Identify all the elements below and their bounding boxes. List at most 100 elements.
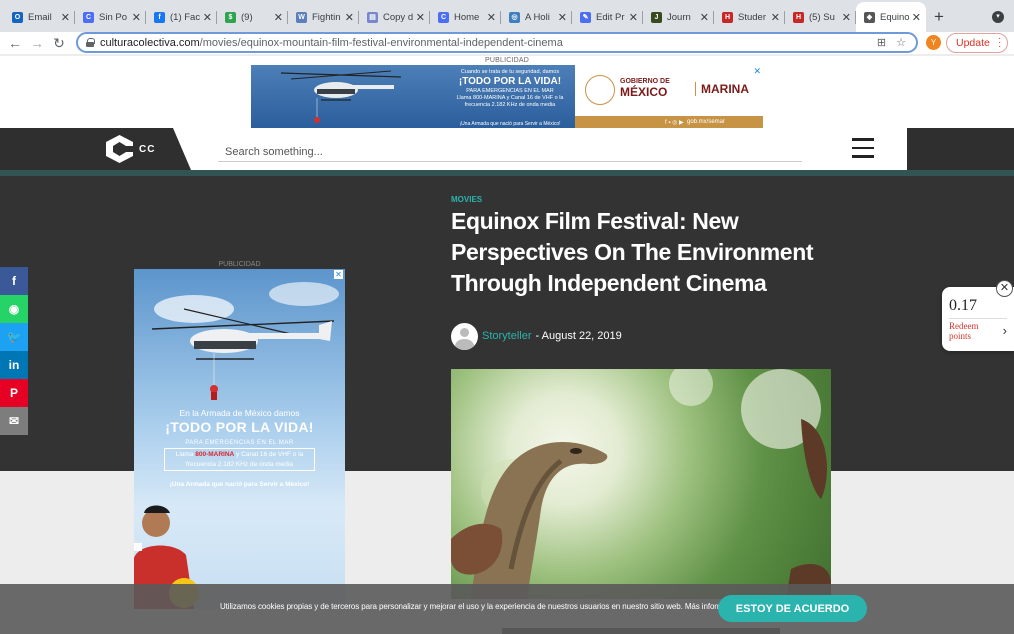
tab-favicon-icon: H [722, 11, 733, 23]
side-ad-close-icon[interactable]: ✕ [334, 270, 343, 279]
forward-icon[interactable]: → [26, 35, 48, 51]
share-email-icon[interactable]: ✉ [0, 407, 28, 435]
author-link[interactable]: Storyteller [482, 330, 532, 342]
points-value: 0.17 [949, 297, 977, 314]
accept-cookies-button[interactable]: ESTOY DE ACUERDO [718, 595, 867, 622]
side-ad-phone-box: Llama 800-MARINA y Canal 16 de VHF o la … [164, 448, 315, 471]
tab-favicon-icon: H [793, 11, 804, 23]
share-twitter-icon[interactable]: 🐦 [0, 323, 28, 351]
browser-tab[interactable]: ◆ Equino ✕ [856, 2, 926, 32]
qr-code-icon[interactable]: ⊞ [877, 36, 886, 49]
back-icon[interactable]: ← [4, 35, 26, 51]
tab-favicon-icon: ▤ [367, 11, 378, 23]
tab-close-icon[interactable]: ✕ [61, 11, 70, 24]
tab-close-icon[interactable]: ✕ [416, 11, 425, 24]
author-avatar[interactable] [451, 322, 478, 350]
browser-tab[interactable]: f (1) Fac ✕ [146, 2, 217, 32]
tab-search-icon[interactable]: ▾ [992, 11, 1004, 23]
share-facebook-icon[interactable]: f [0, 267, 28, 295]
ad-close-icon[interactable]: ✕ [753, 66, 761, 77]
tab-title: Copy d [383, 11, 413, 23]
search-input[interactable]: Search something... [218, 136, 802, 162]
cookie-banner: Utilizamos cookies propias y de terceros… [0, 584, 1014, 634]
browser-tab[interactable]: C Sin Po ✕ [75, 2, 146, 32]
article-category[interactable]: MOVIES [451, 195, 482, 204]
tab-favicon-icon: O [12, 11, 23, 23]
address-bar[interactable]: culturacolectiva.com/movies/equinox-moun… [76, 32, 918, 53]
top-ad-motto: ¡Una Armada que nació para Servir a Méxi… [459, 121, 561, 127]
tab-close-icon[interactable]: ✕ [274, 11, 283, 24]
tab-favicon-icon: ◆ [864, 11, 875, 23]
points-close-icon[interactable]: ✕ [996, 280, 1013, 297]
cultura-colectiva-logo-icon[interactable] [105, 134, 134, 164]
tab-title: Fightin [312, 11, 341, 23]
points-widget[interactable]: 0.17 Redeem points › ✕ [942, 280, 1014, 351]
tab-title: A Holi [525, 11, 550, 23]
tab-title: Email [28, 11, 52, 23]
web-page: PUBLICIDAD Cuando se trata de tu segurid… [0, 56, 1014, 634]
url-text[interactable]: culturacolectiva.com/movies/equinox-moun… [100, 37, 877, 49]
social-share-bar: f ◉ 🐦 in P ✉ [0, 267, 28, 435]
redeem-points-link[interactable]: Redeem points [949, 321, 989, 341]
tab-close-icon[interactable]: ✕ [345, 11, 354, 24]
share-whatsapp-icon[interactable]: ◉ [0, 295, 28, 323]
top-ad-text: Cuando se trata de tu seguridad, damos ¡T… [456, 69, 564, 108]
browser-tab[interactable]: C Home ✕ [430, 2, 501, 32]
tab-title: (9) [241, 11, 253, 23]
ad-label: PUBLICIDAD [484, 57, 529, 64]
article-hero-image [451, 369, 831, 599]
browser-tab[interactable]: H Studer ✕ [714, 2, 785, 32]
browser-tab[interactable]: ◎ A Holi ✕ [501, 2, 572, 32]
kebab-menu-icon[interactable]: · · · [998, 34, 1001, 52]
browser-tab[interactable]: $ (9) ✕ [217, 2, 288, 32]
browser-tab-strip: O Email ✕ C Sin Po ✕ f (1) Fac ✕ $ (9) ✕ W Fightin ✕ ▤ C… [0, 0, 1014, 32]
tab-title: Sin Po [99, 11, 127, 23]
tab-close-icon[interactable]: ✕ [203, 11, 212, 24]
browser-tab[interactable]: W Fightin ✕ [288, 2, 359, 32]
tab-close-icon[interactable]: ✕ [629, 11, 638, 24]
lock-icon[interactable] [86, 38, 95, 47]
browser-tab[interactable]: ✎ Edit Pr ✕ [572, 2, 643, 32]
tab-close-icon[interactable]: ✕ [487, 11, 496, 24]
side-ad-banner[interactable]: En la Armada de México damos ¡TODO POR LA… [134, 269, 345, 609]
logo-text[interactable]: CC [139, 144, 155, 155]
top-ad-image[interactable]: Cuando se trata de tu seguridad, damos ¡T… [251, 65, 575, 128]
top-ad-banner[interactable]: Cuando se trata de tu seguridad, damos ¡T… [251, 65, 763, 128]
tab-title: Home [454, 11, 480, 23]
helicopter-illustration [280, 70, 402, 123]
marina-text: MARINA [695, 82, 749, 96]
tab-close-icon[interactable]: ✕ [558, 11, 567, 24]
chevron-right-icon[interactable]: › [1003, 323, 1007, 338]
bookmark-star-icon[interactable]: ☆ [896, 36, 906, 49]
tab-title: (1) Fac [170, 11, 200, 23]
points-divider [949, 318, 1007, 319]
tab-close-icon[interactable]: ✕ [132, 11, 141, 24]
tab-title: Edit Pr [596, 11, 625, 23]
tab-close-icon[interactable]: ✕ [912, 11, 921, 24]
tab-close-icon[interactable]: ✕ [700, 11, 709, 24]
gobierno-logo-panel[interactable]: GOBIERNO DE MÉXICO MARINA f ▪ ◎ ▶ gob.mx/… [575, 65, 763, 128]
browser-tab[interactable]: H (5) Su ✕ [785, 2, 856, 32]
new-tab-button[interactable]: + [934, 7, 944, 27]
site-header: CC Search something... [0, 128, 1014, 170]
browser-tab[interactable]: J Journ ✕ [643, 2, 714, 32]
article-byline: Storyteller - August 22, 2019 [451, 322, 622, 350]
share-pinterest-icon[interactable]: P [0, 379, 28, 407]
top-ad-area: PUBLICIDAD Cuando se trata de tu segurid… [0, 56, 1014, 128]
profile-avatar[interactable]: Y [926, 35, 941, 50]
browser-tab[interactable]: O Email ✕ [4, 2, 75, 32]
browser-tab[interactable]: ▤ Copy d ✕ [359, 2, 430, 32]
side-ad-helicopter-illustration [151, 282, 339, 400]
tab-close-icon[interactable]: ✕ [771, 11, 780, 24]
cookie-message: Utilizamos cookies propias y de terceros… [220, 602, 743, 611]
share-linkedin-icon[interactable]: in [0, 351, 28, 379]
update-button[interactable]: Update · · · [946, 33, 1008, 53]
side-ad-label: PUBLICIDAD [218, 261, 261, 268]
update-label: Update [956, 37, 990, 49]
publish-date: - August 22, 2019 [535, 330, 622, 342]
hamburger-menu-icon[interactable] [852, 138, 874, 158]
tab-favicon-icon: $ [225, 11, 236, 23]
reload-icon[interactable]: ↻ [48, 35, 70, 52]
tab-close-icon[interactable]: ✕ [842, 11, 851, 24]
tab-favicon-icon: ◎ [509, 11, 520, 23]
